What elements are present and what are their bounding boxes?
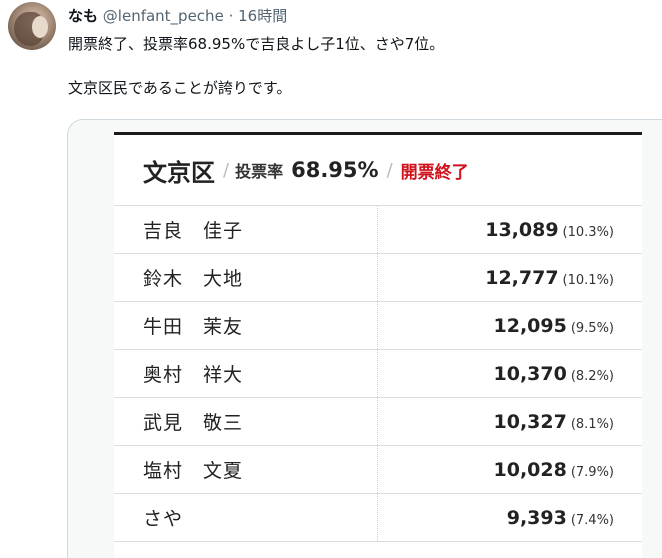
vote-share: (10.3%) <box>562 224 614 240</box>
vote-count: 10,370 <box>493 362 567 385</box>
vote-count: 12,777 <box>485 266 559 289</box>
vote-count: 9,393 <box>506 506 567 529</box>
vote-cell: 9,393 (7.4%) <box>378 507 642 529</box>
vote-share: (9.5%) <box>570 320 614 336</box>
user-handle[interactable]: @lenfant_peche <box>103 7 224 25</box>
table-row: さや 9,393 (7.4%) <box>114 494 642 542</box>
vote-cell: 10,370 (8.2%) <box>378 363 642 385</box>
vote-share: (10.1%) <box>562 272 614 288</box>
results-card: 文京区 / 投票率 68.95% / 開票終了 吉良 佳子 13,089 (10.3… <box>114 132 642 558</box>
results-table: 吉良 佳子 13,089 (10.3%) 鈴木 大地 12,777 (10.1%) 牛田 茉… <box>114 206 642 542</box>
avatar[interactable] <box>8 2 56 50</box>
count-status: 開票終了 <box>400 162 469 183</box>
turnout-value: 68.95% <box>291 158 379 182</box>
candidate-name: 武見 敬三 <box>114 398 378 445</box>
vote-share: (7.9%) <box>570 464 614 480</box>
table-row: 塩村 文夏 10,028 (7.9%) <box>114 446 642 494</box>
candidate-name: さや <box>114 494 378 541</box>
vote-count: 10,327 <box>493 410 567 433</box>
vote-count: 13,089 <box>485 218 559 241</box>
table-row: 牛田 茉友 12,095 (9.5%) <box>114 302 642 350</box>
table-row: 奥村 祥大 10,370 (8.2%) <box>114 350 642 398</box>
table-row: 鈴木 大地 12,777 (10.1%) <box>114 254 642 302</box>
candidate-name: 吉良 佳子 <box>114 206 378 253</box>
vote-share: (8.2%) <box>570 368 614 384</box>
tweet-media[interactable]: 文京区 / 投票率 68.95% / 開票終了 吉良 佳子 13,089 (10.3… <box>67 119 662 558</box>
results-card-header: 文京区 / 投票率 68.95% / 開票終了 <box>114 135 642 206</box>
vote-cell: 12,777 (10.1%) <box>378 267 642 289</box>
tweet: なも @lenfant_peche · 16時間 開票終了、投票率68.95%で… <box>0 0 662 558</box>
vote-count: 10,028 <box>493 458 567 481</box>
timestamp[interactable]: 16時間 <box>238 7 287 25</box>
tweet-text-line: 文京区民であることが誇りです。 <box>68 79 292 97</box>
separator-dot: · <box>228 7 234 25</box>
candidate-name: 鈴木 大地 <box>114 254 378 301</box>
turnout-label: 投票率 <box>235 162 284 181</box>
vote-cell: 10,327 (8.1%) <box>378 411 642 433</box>
tweet-text: 開票終了、投票率68.95%で吉良よし子1位、さや7位。 文京区民であることが誇… <box>68 33 444 99</box>
vote-share: (7.4%) <box>570 512 614 528</box>
tweet-text-line: 開票終了、投票率68.95%で吉良よし子1位、さや7位。 <box>68 35 445 53</box>
candidate-name: 塩村 文夏 <box>114 446 378 493</box>
header-separator: / <box>386 159 393 181</box>
candidate-name: 牛田 茉友 <box>114 302 378 349</box>
ward-name: 文京区 <box>143 158 215 187</box>
vote-share: (8.1%) <box>570 416 614 432</box>
tweet-header: なも @lenfant_peche · 16時間 <box>68 6 287 26</box>
vote-count: 12,095 <box>493 314 567 337</box>
display-name[interactable]: なも <box>68 7 98 25</box>
table-row: 武見 敬三 10,327 (8.1%) <box>114 398 642 446</box>
header-separator: / <box>223 159 230 181</box>
table-row: 吉良 佳子 13,089 (10.3%) <box>114 206 642 254</box>
vote-cell: 13,089 (10.3%) <box>378 219 642 241</box>
vote-cell: 10,028 (7.9%) <box>378 459 642 481</box>
vote-cell: 12,095 (9.5%) <box>378 315 642 337</box>
candidate-name: 奥村 祥大 <box>114 350 378 397</box>
